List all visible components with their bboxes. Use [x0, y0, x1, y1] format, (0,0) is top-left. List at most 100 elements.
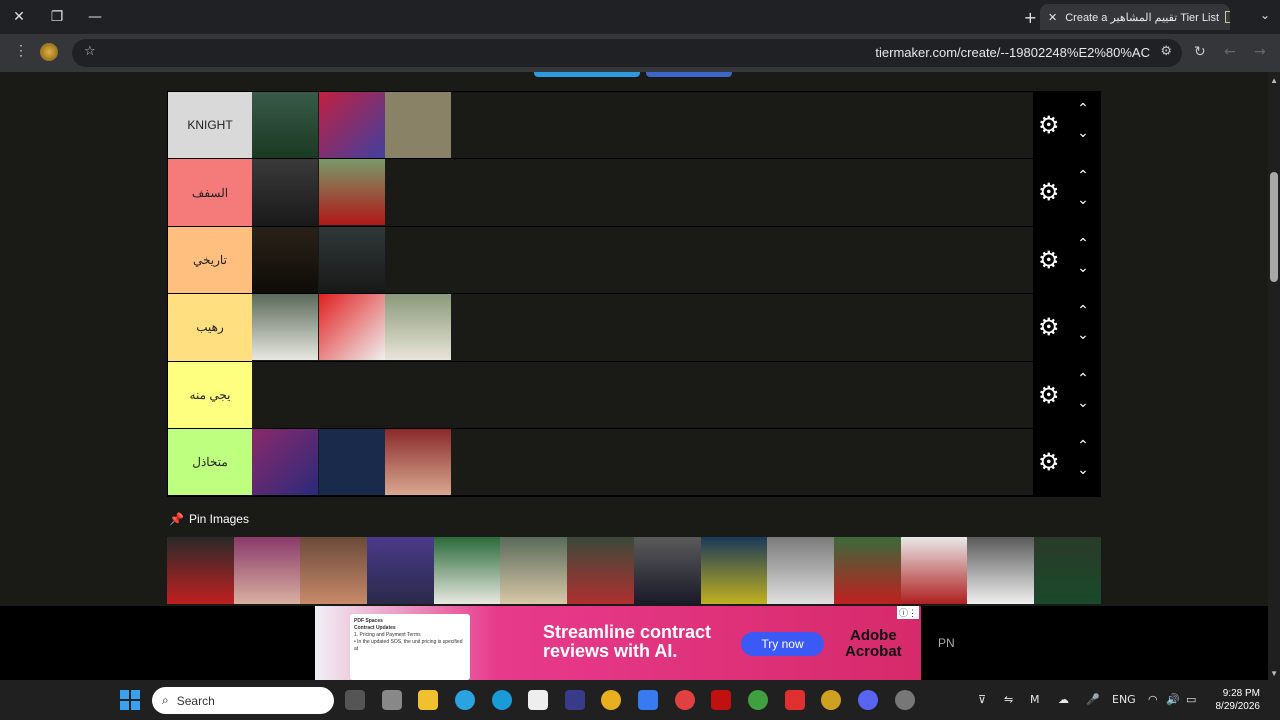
close-window-icon[interactable]: ✕ — [0, 0, 38, 34]
tab-list-icon[interactable]: ⌄ — [1260, 8, 1270, 22]
telegram-icon[interactable] — [455, 690, 475, 710]
pool-item-man-red-shemagh[interactable] — [900, 537, 968, 604]
reload-icon[interactable]: ↻ — [1194, 44, 1206, 60]
pin-images-header[interactable]: 📌 Pin Images — [169, 512, 249, 526]
chevron-down-icon[interactable]: ⌄ — [1073, 395, 1093, 411]
tier-label[interactable]: السفف — [168, 159, 252, 226]
tier-label[interactable]: تاريخي — [168, 226, 252, 294]
tier-item-mt3b-logo[interactable] — [318, 428, 385, 495]
chevron-down-icon[interactable]: ⌄ — [1073, 192, 1093, 208]
tier-label[interactable]: يجي منه — [168, 361, 252, 428]
gear-icon[interactable]: ⚙ — [1038, 180, 1060, 204]
chrome-icon[interactable] — [601, 690, 621, 710]
chevron-up-icon[interactable]: ⌃ — [1073, 101, 1093, 117]
tray-icon-3[interactable]: M — [1030, 693, 1040, 706]
ad-banner[interactable]: PDF Spaces Contract Updates 1. Pricing a… — [315, 606, 921, 680]
gear-icon[interactable]: ⚙ — [1038, 248, 1060, 272]
pool-item-streamer-headphones[interactable] — [233, 537, 301, 604]
pool-item-streamer-wide-eyes[interactable] — [300, 537, 368, 604]
site-settings-icon[interactable]: ⚙ — [1160, 44, 1172, 59]
browser-menu-icon[interactable]: ⋮ — [14, 42, 28, 59]
tier-item-player-red-jersey[interactable] — [318, 92, 385, 158]
ad-try-now-button[interactable]: Try now — [741, 632, 824, 656]
new-tab-button[interactable]: + — [1024, 8, 1037, 27]
scroll-thumb[interactable] — [1270, 172, 1278, 282]
scroll-up-arrow-icon[interactable]: ▲ — [1270, 76, 1278, 85]
tier-items[interactable] — [252, 428, 452, 495]
wps-icon[interactable] — [785, 690, 805, 710]
minimize-window-icon[interactable]: — — [76, 0, 114, 34]
back-icon[interactable]: ← — [1224, 44, 1236, 60]
pool-item-man-white-thobe[interactable] — [967, 537, 1034, 604]
tier-item-man-sunglasses[interactable] — [252, 226, 318, 293]
wifi-icon[interactable]: ◠ — [1148, 693, 1158, 706]
tray-icon-1[interactable]: ⊽ — [978, 693, 986, 706]
extension-icon[interactable] — [40, 43, 58, 61]
tier-items[interactable] — [252, 159, 385, 226]
app-icon-steam[interactable] — [895, 690, 915, 710]
tier-label[interactable]: متخاذل — [168, 428, 252, 496]
tier-items[interactable] — [252, 294, 452, 361]
tier-item-streamer-headset[interactable] — [385, 428, 451, 495]
chevron-down-icon[interactable]: ⌄ — [1073, 462, 1093, 478]
tier-items[interactable] — [252, 226, 385, 293]
clock[interactable]: 9:28 PM 8/29/2026 — [1216, 687, 1261, 713]
pool-item-man-shemagh[interactable] — [567, 537, 634, 604]
tier-item-boy-neon[interactable] — [252, 428, 318, 495]
pool-item-streamer-red-chair[interactable] — [167, 537, 234, 604]
tier-item-level-up-duo[interactable] — [318, 294, 385, 361]
browser-tab[interactable]: ✕ Create a تقييم المشاهير Tier List — [1040, 4, 1230, 30]
app-icon-1[interactable] — [382, 690, 402, 710]
file-explorer-icon[interactable] — [418, 690, 438, 710]
windows-start-icon[interactable] — [120, 690, 140, 710]
tier-item-man-studio[interactable] — [318, 226, 385, 293]
restore-window-icon[interactable]: ❐ — [38, 0, 76, 34]
chevron-up-icon[interactable]: ⌃ — [1073, 168, 1093, 184]
forward-icon[interactable]: → — [1254, 44, 1266, 60]
tier-item-man-red-scarf[interactable] — [318, 159, 385, 226]
pool-item-falcon-ghutra[interactable] — [433, 537, 501, 604]
tray-icon-2[interactable]: ⇋ — [1004, 693, 1013, 706]
tier-item-player-stadium[interactable] — [252, 92, 318, 158]
discord-icon[interactable] — [858, 690, 878, 710]
chevron-up-icon[interactable]: ⌃ — [1073, 303, 1093, 319]
taskbar-search[interactable]: ⌕ Search — [152, 687, 334, 714]
chrome-active-icon[interactable] — [821, 690, 841, 710]
chevron-down-icon[interactable]: ⌄ — [1073, 327, 1093, 343]
gear-icon[interactable]: ⚙ — [1038, 450, 1060, 474]
tier-label[interactable]: رهيب — [168, 294, 252, 361]
page-scrollbar[interactable]: ▲ ▼ — [1268, 72, 1280, 680]
tier-item-falcons-logo[interactable] — [385, 92, 451, 158]
battery-icon[interactable]: ▭ — [1186, 693, 1196, 706]
ad-info-icon[interactable]: ⓘ⋮ — [896, 606, 919, 619]
app-icon-color[interactable] — [748, 690, 768, 710]
tier-item-man-ghutra[interactable] — [385, 294, 451, 361]
pool-item-athlete-green[interactable] — [700, 537, 768, 604]
tier-item-man-saluting[interactable] — [252, 294, 318, 361]
netflix-icon[interactable] — [711, 690, 731, 710]
tier-items[interactable] — [252, 92, 452, 158]
volume-icon[interactable]: 🔊 — [1166, 693, 1180, 706]
edge-icon[interactable] — [492, 690, 512, 710]
pool-item-man-falcon[interactable] — [1033, 537, 1101, 604]
url-text[interactable]: tiermaker.com/create/--19802248%E2%80%AC — [875, 45, 1150, 60]
tier-item-man-mustache[interactable] — [252, 159, 318, 226]
store-icon[interactable] — [528, 690, 548, 710]
chevron-down-icon[interactable]: ⌄ — [1073, 125, 1093, 141]
app-icon-red[interactable] — [675, 690, 695, 710]
chevron-up-icon[interactable]: ⌃ — [1073, 236, 1093, 252]
omnibox[interactable]: ☆ tiermaker.com/create/--19802248%E2%80%… — [72, 39, 1182, 67]
app-icon-chat[interactable] — [638, 690, 658, 710]
gear-icon[interactable]: ⚙ — [1038, 113, 1060, 137]
chevron-up-icon[interactable]: ⌃ — [1073, 438, 1093, 454]
top-button-right[interactable] — [646, 72, 732, 77]
tier-label[interactable]: KNIGHT — [168, 92, 252, 159]
gear-icon[interactable]: ⚙ — [1038, 315, 1060, 339]
pool-item-man-saluting-3[interactable] — [833, 537, 901, 604]
mic-icon[interactable]: 🎤 — [1086, 693, 1100, 706]
top-button-left[interactable] — [534, 72, 640, 77]
pool-item-man-thobe[interactable] — [633, 537, 701, 604]
app-icon-m[interactable] — [565, 690, 585, 710]
pool-item-streamer-purple[interactable] — [367, 537, 434, 604]
chevron-up-icon[interactable]: ⌃ — [1073, 371, 1093, 387]
